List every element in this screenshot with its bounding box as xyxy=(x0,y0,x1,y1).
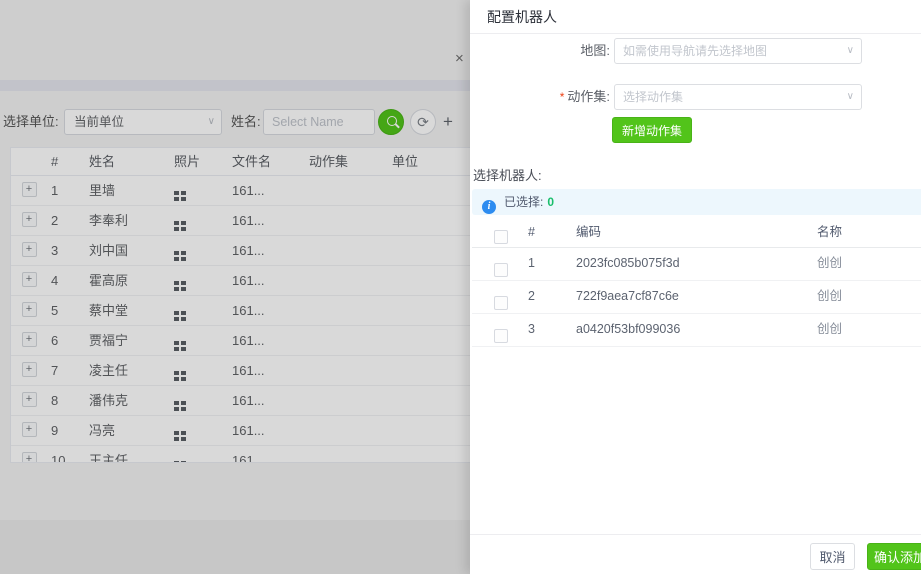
background-page: × 选择单位: 当前单位 ∨ 姓名: ⟳ + # 姓名 照片 文件名 动作集 单… xyxy=(0,0,471,574)
row-checkbox[interactable] xyxy=(494,329,508,343)
robot-name: 创创 xyxy=(817,247,897,280)
col-code: 编码 xyxy=(576,218,776,247)
actionset-select-placeholder: 选择动作集 xyxy=(623,90,683,104)
robot-name: 创创 xyxy=(817,313,897,346)
selected-count: 0 xyxy=(547,195,554,209)
row-checkbox[interactable] xyxy=(494,296,508,310)
chevron-down-icon: ∨ xyxy=(847,85,854,109)
robot-name: 创创 xyxy=(817,280,897,313)
map-select[interactable]: 如需使用导航请先选择地图 ∨ xyxy=(614,38,862,64)
configure-robot-drawer: 配置机器人 地图: 如需使用导航请先选择地图 ∨ *动作集: 选择动作集 ∨ 新… xyxy=(470,0,921,574)
title-divider xyxy=(470,33,921,34)
actionset-select[interactable]: 选择动作集 ∨ xyxy=(614,84,862,110)
actionset-field-label: *动作集: xyxy=(480,84,610,110)
col-index: # xyxy=(528,218,548,247)
required-asterisk: * xyxy=(560,90,565,104)
drawer-title: 配置机器人 xyxy=(487,7,557,27)
select-robot-label: 选择机器人: xyxy=(473,165,542,184)
footer-divider xyxy=(470,534,921,535)
selected-count-alert: i 已选择: 0 xyxy=(472,189,921,215)
robot-code: 2023fc085b075f3d xyxy=(576,247,776,280)
robot-row[interactable]: 1 2023fc085b075f3d 创创 xyxy=(472,247,921,281)
robot-code: a0420f53bf099036 xyxy=(576,313,776,346)
confirm-add-button[interactable]: 确认添加 xyxy=(867,543,921,570)
info-icon: i xyxy=(482,200,496,214)
row-checkbox[interactable] xyxy=(494,263,508,277)
map-field-label: 地图: xyxy=(480,38,610,64)
select-all-checkbox[interactable] xyxy=(494,230,508,244)
map-select-placeholder: 如需使用导航请先选择地图 xyxy=(623,44,767,58)
robot-table-header: # 编码 名称 xyxy=(472,218,921,248)
modal-overlay-mask xyxy=(0,0,471,574)
robot-code: 722f9aea7cf87c6e xyxy=(576,280,776,313)
selected-label: 已选择: xyxy=(504,195,543,209)
add-actionset-button[interactable]: 新增动作集 xyxy=(612,117,692,143)
robot-row[interactable]: 2 722f9aea7cf87c6e 创创 xyxy=(472,280,921,314)
cancel-button[interactable]: 取消 xyxy=(810,543,855,570)
robot-row[interactable]: 3 a0420f53bf099036 创创 xyxy=(472,313,921,347)
col-name: 名称 xyxy=(817,218,897,247)
chevron-down-icon: ∨ xyxy=(847,39,854,63)
